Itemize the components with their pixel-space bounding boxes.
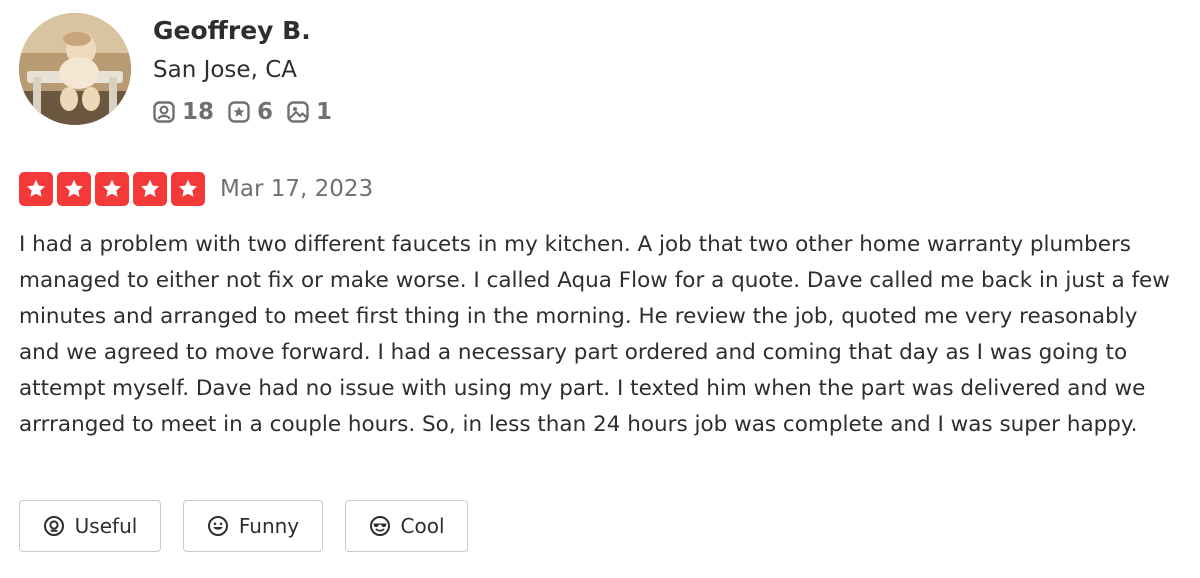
star-icon — [19, 172, 53, 206]
star-icon — [171, 172, 205, 206]
friends-stat: 18 — [153, 99, 214, 125]
user-stats: 18 6 1 — [153, 96, 332, 128]
reviews-stat: 6 — [228, 99, 273, 125]
review-star-icon — [228, 101, 250, 123]
friends-count: 18 — [182, 99, 215, 125]
photos-stat: 1 — [287, 99, 332, 125]
star-icon — [133, 172, 167, 206]
reaction-buttons: Useful Funny Cool — [19, 500, 468, 552]
sunglasses-icon — [369, 516, 390, 536]
review-card: Geoffrey B. San Jose, CA 18 6 1 Mar 17, … — [0, 0, 1200, 578]
photo-icon — [287, 101, 309, 123]
smile-icon — [207, 516, 228, 536]
friends-icon — [153, 101, 175, 123]
cool-button[interactable]: Cool — [345, 500, 468, 552]
user-location: San Jose, CA — [153, 57, 297, 83]
avatar[interactable] — [19, 13, 131, 125]
review-date: Mar 17, 2023 — [220, 176, 374, 202]
rating-row: Mar 17, 2023 — [19, 172, 373, 206]
lightbulb-icon — [43, 516, 64, 536]
star-icon — [95, 172, 129, 206]
reviews-count: 6 — [257, 99, 274, 125]
star-icon — [57, 172, 91, 206]
cool-label: Cool — [400, 514, 445, 538]
funny-label: Funny — [238, 514, 300, 538]
avatar-photo — [19, 13, 131, 125]
photos-count: 1 — [316, 99, 333, 125]
review-text: I had a problem with two different fauce… — [19, 232, 1170, 437]
useful-label: Useful — [74, 514, 138, 538]
star-rating — [19, 172, 205, 206]
funny-button[interactable]: Funny — [183, 500, 323, 552]
user-name[interactable]: Geoffrey B. — [153, 14, 311, 48]
useful-button[interactable]: Useful — [19, 500, 161, 552]
